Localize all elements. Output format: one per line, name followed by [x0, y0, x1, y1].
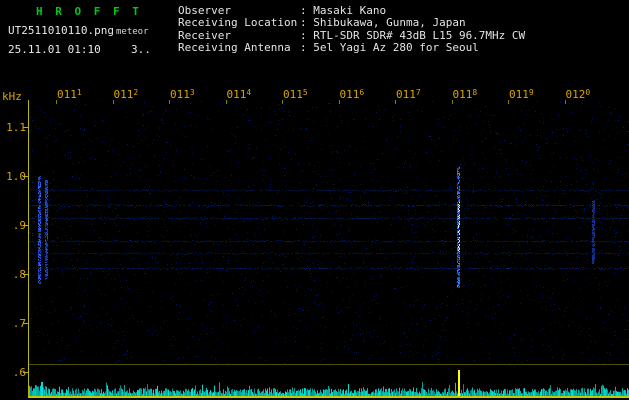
freq-tick-mark: [23, 274, 28, 276]
minute-tick: [282, 100, 283, 104]
minute-tick: [395, 100, 396, 104]
minute-tick: [225, 100, 227, 104]
bottom-baseline: [28, 396, 629, 398]
freq-tick-mark: [23, 372, 28, 374]
freq-tick-mark: [23, 176, 28, 178]
time-axis: 0111 0112 0113 0114 0115 0116 0117 0118 0119 0120: [0, 0, 629, 101]
freq-tick-mark: [23, 323, 28, 325]
minute-tick: [451, 100, 453, 104]
minute-tick: [169, 100, 170, 104]
minute-tick: [112, 100, 114, 104]
freq-tick-mark: [23, 126, 28, 128]
freq-tick-mark: [23, 225, 28, 227]
plot-strip-separator: [29, 364, 629, 365]
freq-axis-line: [28, 100, 29, 398]
minute-tick: [564, 100, 566, 104]
hrofft-screen: H R O F F T UT2511010110.png meteor 25.1…: [0, 0, 629, 400]
signal-strength-canvas: [29, 368, 629, 396]
minute-tick: [508, 100, 509, 104]
minute-tick: [338, 100, 340, 104]
minute-tick: [56, 100, 57, 104]
spectrogram-canvas: [29, 100, 629, 364]
